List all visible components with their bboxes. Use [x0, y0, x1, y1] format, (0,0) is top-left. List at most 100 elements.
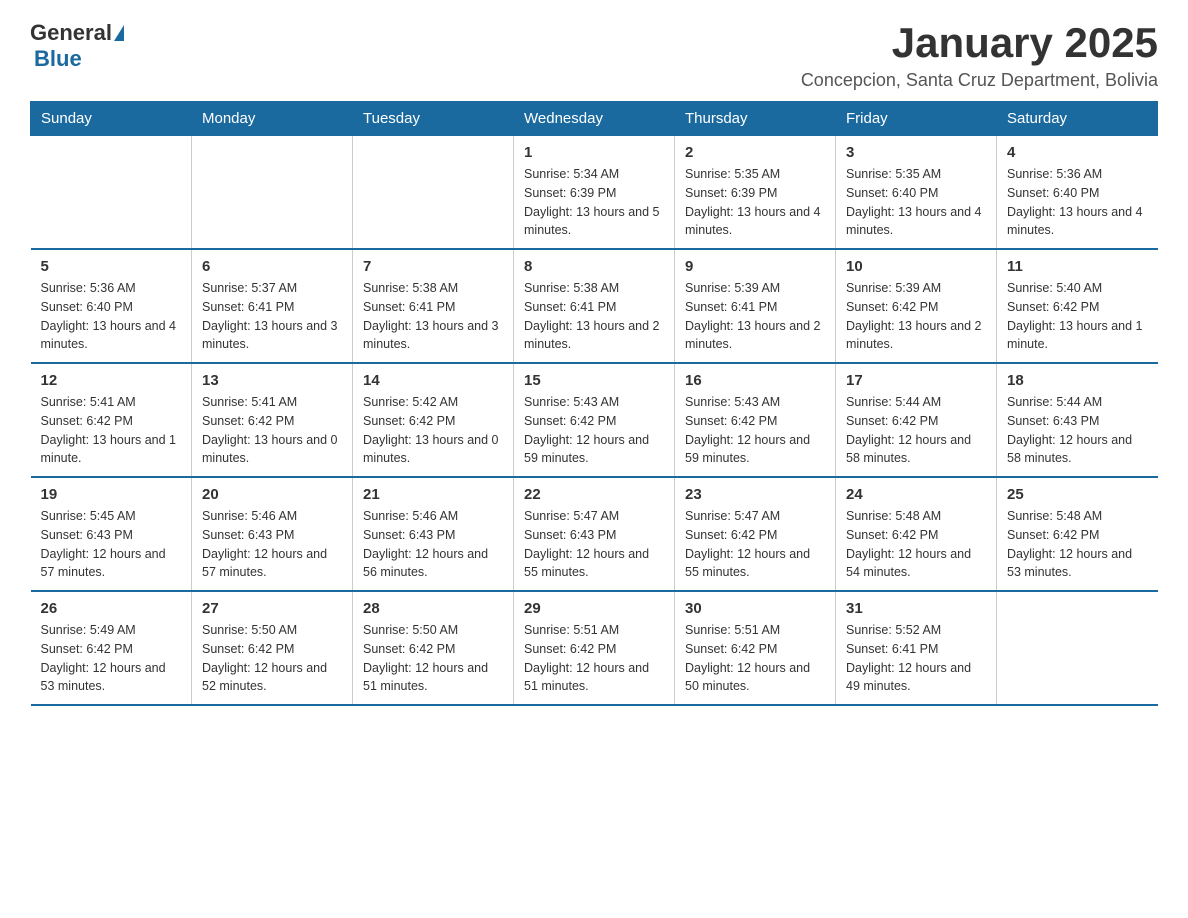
day-info: Sunrise: 5:49 AMSunset: 6:42 PMDaylight:…	[41, 621, 182, 696]
day-info: Sunrise: 5:50 AMSunset: 6:42 PMDaylight:…	[202, 621, 342, 696]
day-cell-10: 10 Sunrise: 5:39 AMSunset: 6:42 PMDayligh…	[836, 249, 997, 363]
header-friday: Friday	[836, 102, 997, 136]
day-number: 24	[846, 486, 986, 503]
day-cell-14: 14Sunrise: 5:42 AMSunset: 6:42 PMDayligh…	[353, 363, 514, 477]
day-info: Sunrise: 5:43 AMSunset: 6:42 PMDaylight:…	[524, 393, 664, 468]
day-info: Sunrise: 5:45 AMSunset: 6:43 PMDaylight:…	[41, 507, 182, 582]
day-info: Sunrise: 5:37 AMSunset: 6:41 PMDaylight:…	[202, 279, 342, 354]
day-number: 18	[1007, 372, 1148, 389]
day-cell-21: 21 Sunrise: 5:46 AMSunset: 6:43 PMDayligh…	[353, 477, 514, 591]
title-block: January 2025 Concepcion, Santa Cruz Depa…	[801, 20, 1158, 91]
day-cell-18: 18 Sunrise: 5:44 AMSunset: 6:43 PMDayligh…	[997, 363, 1158, 477]
day-number: 20	[202, 486, 342, 503]
day-info: Sunrise: 5:39 AMSunset: 6:41 PMDaylight:…	[685, 279, 825, 354]
header-wednesday: Wednesday	[514, 102, 675, 136]
day-number: 14	[363, 372, 503, 389]
day-number: 29	[524, 600, 664, 617]
calendar-table: SundayMondayTuesdayWednesdayThursdayFrid…	[30, 101, 1158, 706]
week-row-3: 12 Sunrise: 5:41 AMSunset: 6:42 PMDayligh…	[31, 363, 1158, 477]
day-cell-26: 26Sunrise: 5:49 AMSunset: 6:42 PMDayligh…	[31, 591, 192, 705]
week-row-4: 19Sunrise: 5:45 AMSunset: 6:43 PMDayligh…	[31, 477, 1158, 591]
day-cell-5: 5 Sunrise: 5:36 AMSunset: 6:40 PMDaylight…	[31, 249, 192, 363]
day-info: Sunrise: 5:44 AMSunset: 6:42 PMDaylight:…	[846, 393, 986, 468]
calendar-header-row: SundayMondayTuesdayWednesdayThursdayFrid…	[31, 102, 1158, 136]
logo-general: General	[30, 20, 112, 46]
day-number: 15	[524, 372, 664, 389]
day-number: 2	[685, 144, 825, 161]
day-number: 22	[524, 486, 664, 503]
day-info: Sunrise: 5:41 AMSunset: 6:42 PMDaylight:…	[41, 393, 182, 468]
day-number: 13	[202, 372, 342, 389]
day-info: Sunrise: 5:41 AMSunset: 6:42 PMDaylight:…	[202, 393, 342, 468]
day-number: 28	[363, 600, 503, 617]
day-cell-13: 13 Sunrise: 5:41 AMSunset: 6:42 PMDayligh…	[192, 363, 353, 477]
day-cell-12: 12 Sunrise: 5:41 AMSunset: 6:42 PMDayligh…	[31, 363, 192, 477]
day-number: 25	[1007, 486, 1148, 503]
day-info: Sunrise: 5:35 AMSunset: 6:40 PMDaylight:…	[846, 165, 986, 240]
day-cell-6: 6 Sunrise: 5:37 AMSunset: 6:41 PMDaylight…	[192, 249, 353, 363]
day-cell-2: 2Sunrise: 5:35 AMSunset: 6:39 PMDaylight…	[675, 136, 836, 250]
day-number: 21	[363, 486, 503, 503]
day-number: 8	[524, 258, 664, 275]
header-monday: Monday	[192, 102, 353, 136]
day-cell-29: 29 Sunrise: 5:51 AMSunset: 6:42 PMDayligh…	[514, 591, 675, 705]
day-cell-8: 8 Sunrise: 5:38 AMSunset: 6:41 PMDaylight…	[514, 249, 675, 363]
day-info: Sunrise: 5:34 AMSunset: 6:39 PMDaylight:…	[524, 165, 664, 240]
day-info: Sunrise: 5:47 AMSunset: 6:43 PMDaylight:…	[524, 507, 664, 582]
day-cell-28: 28Sunrise: 5:50 AMSunset: 6:42 PMDayligh…	[353, 591, 514, 705]
day-cell-25: 25 Sunrise: 5:48 AMSunset: 6:42 PMDayligh…	[997, 477, 1158, 591]
day-number: 4	[1007, 144, 1148, 161]
logo-blue: Blue	[34, 46, 82, 72]
day-number: 7	[363, 258, 503, 275]
empty-cell	[192, 136, 353, 250]
day-info: Sunrise: 5:46 AMSunset: 6:43 PMDaylight:…	[363, 507, 503, 582]
day-number: 30	[685, 600, 825, 617]
header-saturday: Saturday	[997, 102, 1158, 136]
header-sunday: Sunday	[31, 102, 192, 136]
day-cell-15: 15 Sunrise: 5:43 AMSunset: 6:42 PMDayligh…	[514, 363, 675, 477]
day-info: Sunrise: 5:40 AMSunset: 6:42 PMDaylight:…	[1007, 279, 1148, 354]
empty-cell	[997, 591, 1158, 705]
logo: General Blue	[30, 20, 124, 72]
day-info: Sunrise: 5:46 AMSunset: 6:43 PMDaylight:…	[202, 507, 342, 582]
day-cell-9: 9Sunrise: 5:39 AMSunset: 6:41 PMDaylight…	[675, 249, 836, 363]
day-info: Sunrise: 5:47 AMSunset: 6:42 PMDaylight:…	[685, 507, 825, 582]
day-number: 12	[41, 372, 182, 389]
day-cell-20: 20 Sunrise: 5:46 AMSunset: 6:43 PMDayligh…	[192, 477, 353, 591]
day-cell-17: 17 Sunrise: 5:44 AMSunset: 6:42 PMDayligh…	[836, 363, 997, 477]
page-header: General Blue January 2025 Concepcion, Sa…	[30, 20, 1158, 91]
day-info: Sunrise: 5:39 AMSunset: 6:42 PMDaylight:…	[846, 279, 986, 354]
day-cell-16: 16Sunrise: 5:43 AMSunset: 6:42 PMDayligh…	[675, 363, 836, 477]
day-number: 27	[202, 600, 342, 617]
day-info: Sunrise: 5:44 AMSunset: 6:43 PMDaylight:…	[1007, 393, 1148, 468]
day-number: 6	[202, 258, 342, 275]
day-number: 3	[846, 144, 986, 161]
day-info: Sunrise: 5:48 AMSunset: 6:42 PMDaylight:…	[1007, 507, 1148, 582]
day-number: 23	[685, 486, 825, 503]
day-number: 16	[685, 372, 825, 389]
day-number: 5	[41, 258, 182, 275]
day-cell-24: 24Sunrise: 5:48 AMSunset: 6:42 PMDayligh…	[836, 477, 997, 591]
day-number: 11	[1007, 258, 1148, 275]
week-row-2: 5 Sunrise: 5:36 AMSunset: 6:40 PMDaylight…	[31, 249, 1158, 363]
day-cell-27: 27 Sunrise: 5:50 AMSunset: 6:42 PMDayligh…	[192, 591, 353, 705]
day-cell-1: 1 Sunrise: 5:34 AMSunset: 6:39 PMDaylight…	[514, 136, 675, 250]
week-row-1: 1 Sunrise: 5:34 AMSunset: 6:39 PMDaylight…	[31, 136, 1158, 250]
day-info: Sunrise: 5:38 AMSunset: 6:41 PMDaylight:…	[524, 279, 664, 354]
day-info: Sunrise: 5:36 AMSunset: 6:40 PMDaylight:…	[41, 279, 182, 354]
day-number: 10	[846, 258, 986, 275]
day-cell-31: 31Sunrise: 5:52 AMSunset: 6:41 PMDayligh…	[836, 591, 997, 705]
day-cell-23: 23 Sunrise: 5:47 AMSunset: 6:42 PMDayligh…	[675, 477, 836, 591]
day-cell-19: 19Sunrise: 5:45 AMSunset: 6:43 PMDayligh…	[31, 477, 192, 591]
day-cell-3: 3 Sunrise: 5:35 AMSunset: 6:40 PMDaylight…	[836, 136, 997, 250]
day-number: 1	[524, 144, 664, 161]
day-number: 17	[846, 372, 986, 389]
day-info: Sunrise: 5:51 AMSunset: 6:42 PMDaylight:…	[685, 621, 825, 696]
day-info: Sunrise: 5:51 AMSunset: 6:42 PMDaylight:…	[524, 621, 664, 696]
day-cell-7: 7Sunrise: 5:38 AMSunset: 6:41 PMDaylight…	[353, 249, 514, 363]
day-cell-30: 30 Sunrise: 5:51 AMSunset: 6:42 PMDayligh…	[675, 591, 836, 705]
empty-cell	[353, 136, 514, 250]
month-title: January 2025	[801, 20, 1158, 66]
header-tuesday: Tuesday	[353, 102, 514, 136]
day-cell-11: 11 Sunrise: 5:40 AMSunset: 6:42 PMDayligh…	[997, 249, 1158, 363]
